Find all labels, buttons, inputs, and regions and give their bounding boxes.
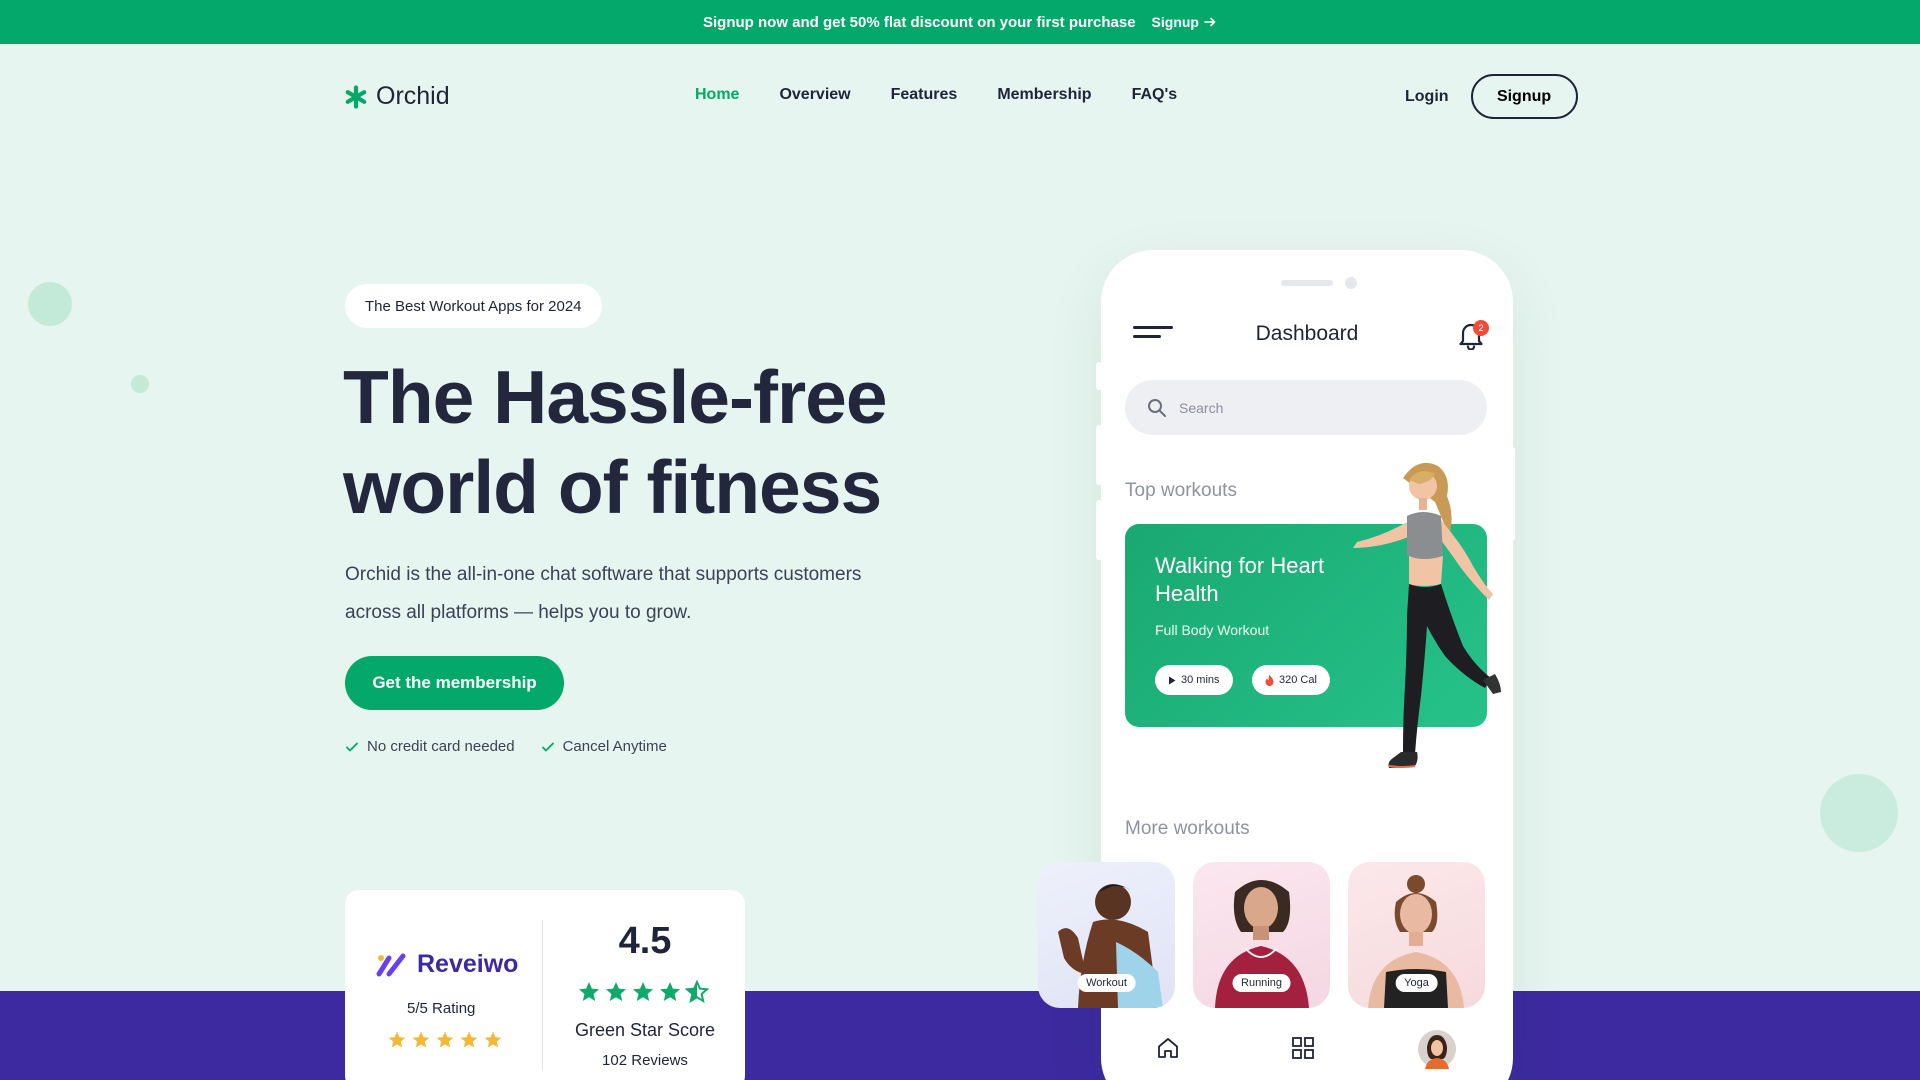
nav-item-features[interactable]: Features (891, 86, 958, 104)
more-workouts-row: Workout Running Yoga (1038, 862, 1485, 1008)
main-nav: Orchid Home Overview Features Membership… (0, 44, 1920, 148)
thumb-label: Yoga (1395, 974, 1438, 992)
workout-subtitle: Full Body Workout (1155, 622, 1270, 638)
asterisk-logo-icon (345, 84, 367, 109)
notification-badge: 2 (1473, 320, 1489, 336)
reveiwo-logo: Reveiwo (375, 950, 518, 979)
runner-illustration (1353, 462, 1501, 768)
check-icon (346, 742, 358, 751)
phone-side-button (1096, 362, 1102, 390)
card-divider (542, 920, 543, 1070)
reveiwo-brand: Reveiwo (417, 950, 519, 978)
promo-text: Signup now and get 50% flat discount on … (703, 13, 1136, 31)
phone-side-button (1096, 425, 1102, 485)
nav-item-home[interactable]: Home (695, 86, 739, 104)
search-bar[interactable] (1125, 380, 1487, 435)
hero-title-line2: world of fitness (343, 445, 882, 529)
more-workouts-label: More workouts (1125, 818, 1250, 839)
auth-actions: Login Signup (1405, 74, 1578, 119)
green-score-label: Green Star Score (574, 1020, 716, 1040)
thumb-label: Workout (1077, 974, 1136, 992)
hero-checks: No credit card needed Cancel Anytime (345, 738, 667, 755)
workout-title: Walking for Heart Health (1155, 553, 1325, 606)
check-item: Cancel Anytime (541, 738, 667, 755)
green-star-icon (685, 980, 709, 1004)
green-star-icon (606, 982, 626, 1001)
promo-signup-link[interactable]: Signup (1152, 14, 1217, 30)
decor-circle (28, 282, 72, 326)
signup-button[interactable]: Signup (1470, 74, 1578, 119)
promo-signup-label: Signup (1151, 14, 1199, 30)
nav-menu: Home Overview Features Membership FAQ's (695, 86, 1177, 104)
green-stars (577, 980, 709, 1004)
check-label: Cancel Anytime (562, 738, 667, 755)
decor-dot (131, 375, 149, 393)
review-count: 102 Reviews (602, 1052, 688, 1069)
workout-thumb-workout[interactable]: Workout (1038, 862, 1175, 1008)
phone-speaker (1281, 280, 1333, 286)
home-icon[interactable] (1155, 1035, 1181, 1066)
workout-thumb-yoga[interactable]: Yoga (1348, 862, 1485, 1008)
thumb-label: Running (1232, 974, 1291, 992)
search-input[interactable] (1179, 399, 1439, 416)
decor-circle-large (1820, 774, 1898, 852)
check-icon (541, 742, 554, 751)
brand-name: Orchid (376, 82, 450, 110)
hero-title-line1: The Hassle-free (343, 355, 888, 439)
workout-thumb-running[interactable]: Running (1193, 862, 1330, 1008)
calories-pill: 320 Cal (1252, 665, 1330, 695)
nav-item-membership[interactable]: Membership (997, 86, 1091, 104)
calories-value: 320 Cal (1279, 674, 1317, 686)
phone-mockup: Dashboard 2 Top workouts Walking for Hea… (1038, 250, 1515, 1080)
arrow-right-icon (1204, 17, 1216, 27)
top-workouts-label: Top workouts (1125, 480, 1237, 501)
green-star-icon (579, 982, 599, 1001)
hero-title: The Hassle-free world of fitness (343, 352, 983, 532)
star-icon (436, 1031, 454, 1048)
flame-icon (1265, 674, 1274, 686)
hero-badge: The Best Workout Apps for 2024 (345, 284, 602, 328)
star-icon (460, 1031, 478, 1048)
search-icon (1148, 398, 1166, 417)
star-icon (484, 1031, 502, 1048)
reveiwo-slash-icon (376, 953, 406, 976)
check-item: No credit card needed (345, 738, 515, 755)
phone-side-button (1096, 500, 1102, 560)
star-icon (412, 1031, 430, 1048)
green-score: 4.5 (618, 920, 672, 962)
promo-bar: Signup now and get 50% flat discount on … (0, 0, 1920, 44)
nav-item-overview[interactable]: Overview (779, 86, 850, 104)
bell-icon[interactable]: 2 (1457, 320, 1489, 351)
dashboard-title: Dashboard (1255, 322, 1359, 345)
duration-value: 30 mins (1181, 674, 1220, 686)
rating-text: 5/5 Rating (407, 1000, 476, 1017)
hero-subtitle: Orchid is the all-in-one chat software t… (345, 564, 862, 623)
login-link[interactable]: Login (1405, 88, 1449, 106)
check-label: No credit card needed (367, 738, 515, 755)
duration-pill: 30 mins (1155, 665, 1233, 695)
purple-band (0, 991, 1920, 1080)
play-icon (1169, 676, 1176, 684)
rating-stars (387, 1030, 503, 1050)
get-membership-button[interactable]: Get the membership (345, 656, 564, 710)
green-star-icon (660, 982, 680, 1001)
phone-camera (1345, 277, 1357, 289)
phone-tabbar (1101, 1025, 1513, 1075)
brand-logo[interactable]: Orchid (344, 82, 450, 111)
star-icon (388, 1031, 406, 1048)
review-card: Reveiwo 5/5 Rating 4.5 Green Star Score … (345, 890, 745, 1080)
nav-item-faqs[interactable]: FAQ's (1132, 86, 1178, 104)
green-star-icon (633, 982, 653, 1001)
grid-icon[interactable] (1290, 1035, 1316, 1066)
profile-avatar[interactable] (1417, 1029, 1457, 1074)
